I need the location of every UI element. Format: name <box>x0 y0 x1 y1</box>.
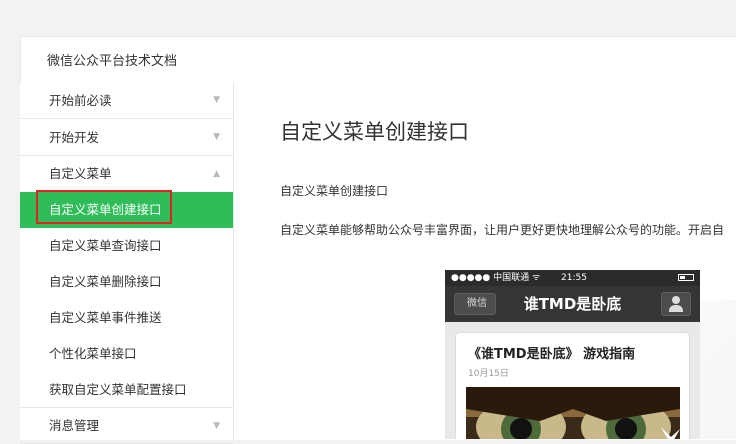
sidebar-subitem-delete-menu[interactable]: 自定义菜单删除接口 <box>20 264 233 300</box>
sidebar-item-custom-menu[interactable]: 自定义菜单 ▲ <box>20 156 233 192</box>
sidebar-subitem-menu-events[interactable]: 自定义菜单事件推送 <box>20 300 233 336</box>
clock-label: 21:55 <box>561 273 587 283</box>
intro-paragraph: 自定义菜单能够帮助公众号丰富界面，让用户更好更快地理解公众号的功能。开启自 <box>280 223 725 237</box>
sidebar-subitem-label: 自定义菜单查询接口 <box>49 238 162 253</box>
article-date: 10月15日 <box>468 369 509 379</box>
highlight-box <box>36 190 172 224</box>
sidebar-item-label: 消息管理 <box>49 418 100 433</box>
phone-screenshot: ●●●●● 中国联通 ᯤ 21:55 微信 谁TMD是卧底 《谁TMD是卧底》 … <box>445 270 700 439</box>
phone-status-bar: ●●●●● 中国联通 ᯤ 21:55 <box>445 270 700 286</box>
sidebar-item-label: 开始前必读 <box>49 93 112 108</box>
sidebar-subitem-label: 自定义菜单事件推送 <box>49 310 162 325</box>
chevron-up-icon: ▲ <box>213 169 220 179</box>
sidebar-subitem-label: 个性化菜单接口 <box>49 346 137 361</box>
sidebar-item-label: 开始开发 <box>49 130 100 145</box>
chevron-down-icon: ▼ <box>213 95 220 105</box>
sidebar-item-start-reading[interactable]: 开始前必读 ▼ <box>20 82 233 119</box>
section-heading: 自定义菜单创建接口 <box>280 184 389 198</box>
carrier-label: ●●●●● 中国联通 ᯤ <box>451 273 541 283</box>
sidebar-subitem-query-menu[interactable]: 自定义菜单查询接口 <box>20 228 233 264</box>
article-card: 《谁TMD是卧底》 游戏指南 10月15日 <box>455 332 690 439</box>
sidebar-item-start-dev[interactable]: 开始开发 ▼ <box>20 119 233 156</box>
battery-icon <box>678 274 694 281</box>
sidebar-subitem-personalized-menu[interactable]: 个性化菜单接口 <box>20 336 233 372</box>
sidebar-subitem-get-menu-config[interactable]: 获取自定义菜单配置接口 <box>20 372 233 408</box>
site-title[interactable]: 微信公众平台技术文档 <box>47 50 177 69</box>
sidebar-subitem-label: 自定义菜单删除接口 <box>49 274 162 289</box>
chevron-down-icon: ▼ <box>213 132 220 142</box>
sidebar-nav: 开始前必读 ▼ 开始开发 ▼ 自定义菜单 ▲ 自定义菜单创建接口 自定义菜单查询… <box>20 82 234 444</box>
user-icon <box>661 292 691 316</box>
phone-app-bar: 微信 谁TMD是卧底 <box>445 286 700 322</box>
page-title: 自定义菜单创建接口 <box>280 120 469 144</box>
sidebar-subitem-label: 获取自定义菜单配置接口 <box>49 382 187 397</box>
article-title: 《谁TMD是卧底》 游戏指南 <box>468 347 636 362</box>
sidebar-item-label: 自定义菜单 <box>49 166 112 181</box>
article-cover-image <box>466 387 680 439</box>
sidebar-subitem-create-menu[interactable]: 自定义菜单创建接口 <box>20 190 233 228</box>
main-content: 自定义菜单创建接口 自定义菜单创建接口 自定义菜单能够帮助公众号丰富界面，让用户… <box>280 82 736 439</box>
